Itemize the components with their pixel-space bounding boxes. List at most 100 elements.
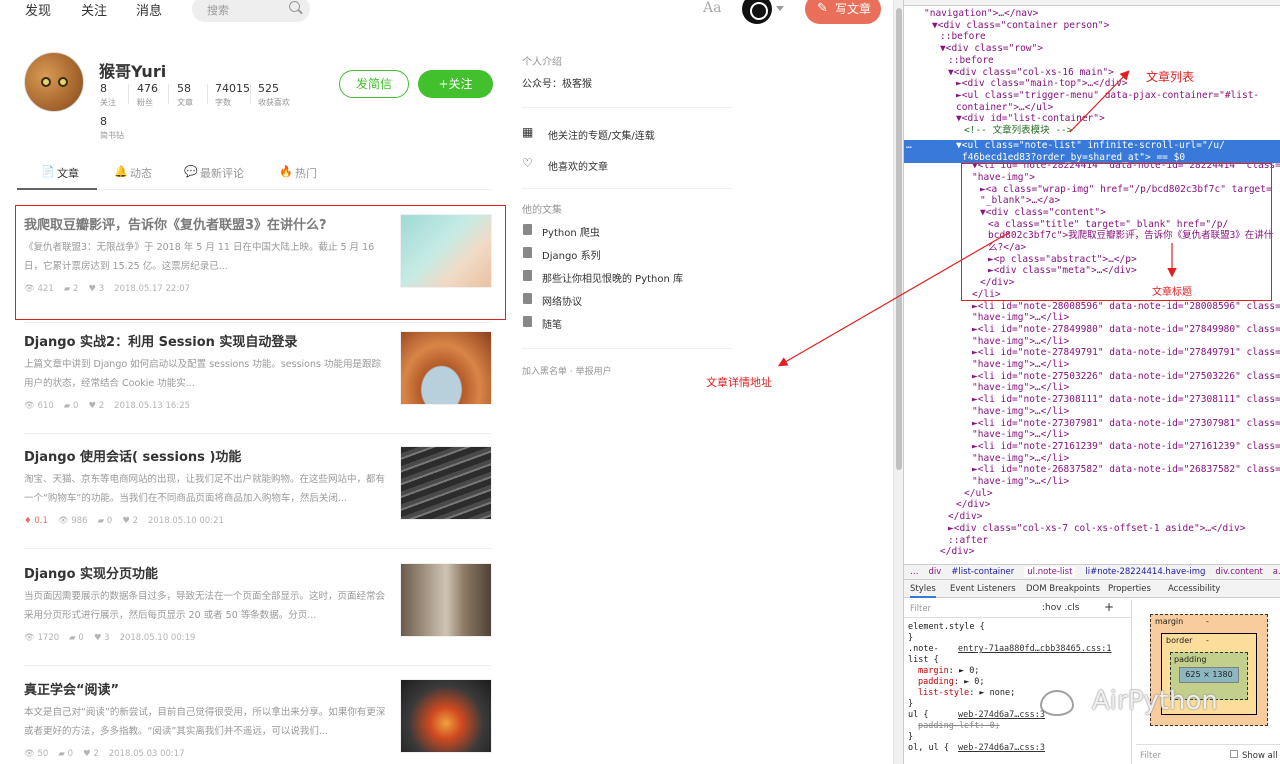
article-thumbnail[interactable]	[400, 331, 492, 405]
dom-node[interactable]: ►<li id="note-27161239" data-note-id="27…	[972, 441, 1280, 453]
dom-node[interactable]: </ul>	[964, 488, 993, 500]
collection-item[interactable]: 那些让你相见恨晚的 Python 库	[522, 270, 683, 285]
tab-comments[interactable]: 💬 最新评论	[184, 165, 244, 181]
collection-item[interactable]: 网络协议	[522, 293, 582, 308]
dom-node[interactable]: ::after	[948, 535, 988, 547]
dom-node[interactable]: ►<ul class="trigger-menu" data-pjax-cont…	[956, 90, 1259, 102]
dom-node[interactable]: ►<li id="note-27307981" data-note-id="27…	[972, 418, 1280, 430]
dom-node[interactable]: </div>	[956, 499, 990, 511]
add-rule-icon[interactable]: +	[1104, 600, 1114, 614]
selected-node[interactable]: ▼<ul class="note-list" infinite-scroll-u…	[904, 140, 1280, 163]
article-item[interactable]: Django 实战2：利用 Session 实现自动登录 上篇文章中讲到 Dja…	[24, 331, 492, 441]
breadcrumb-item[interactable]: a.title	[1273, 567, 1280, 577]
article-title[interactable]: Django 实现分页功能	[24, 563, 386, 582]
node-menu-icon[interactable]: …	[906, 140, 912, 152]
chevron-down-icon[interactable]	[776, 6, 784, 11]
breadcrumb-item[interactable]: div.content	[1215, 567, 1262, 577]
article-item[interactable]: 真正学会“阅读” 本文是自己对“阅读”的新尝试，目前自己觉得很受用，所以拿出来分…	[24, 679, 492, 764]
send-message-button[interactable]: 发简信	[339, 70, 409, 98]
dom-node[interactable]: ►<li id="note-27849980" data-note-id="27…	[972, 324, 1280, 336]
tab-event-listeners[interactable]: Event Listeners	[950, 584, 1016, 594]
dom-node[interactable]: ►<li id="note-27849791" data-note-id="27…	[972, 347, 1280, 359]
dom-node[interactable]: "have-img">…</li>	[972, 406, 1069, 418]
stat-following[interactable]: 8 关注	[100, 82, 116, 108]
dom-node[interactable]: ▼<div class="container person">	[932, 20, 1109, 32]
article-title[interactable]: Django 使用会话( sessions )功能	[24, 446, 386, 465]
dom-node[interactable]: "navigation">…</nav>	[924, 8, 1038, 20]
dom-node[interactable]: "have-img">…</li>	[972, 336, 1069, 348]
page-scrollbar[interactable]	[893, 0, 903, 764]
css-rule-line[interactable]: }	[908, 633, 913, 644]
styles-filter-input[interactable]: Filter	[910, 604, 931, 614]
css-rule-line[interactable]: margin: ► 0;	[918, 666, 979, 677]
tab-dom-breakpoints[interactable]: DOM Breakpoints	[1026, 584, 1100, 594]
search-input[interactable]: 搜索	[192, 0, 310, 22]
css-rule-line[interactable]: .note-entry-71aa880fd…cbb38465.css:1	[908, 644, 1112, 655]
breadcrumb-item[interactable]: div	[929, 567, 942, 577]
profile-avatar[interactable]	[24, 52, 84, 112]
block-report-link[interactable]: 加入黑名单 · 举报用户	[522, 364, 612, 377]
dom-node[interactable]: ►<div class="main-top">…</div>	[956, 78, 1128, 90]
dom-node[interactable]: ▼<div class="col-xs-16 main">	[948, 67, 1114, 79]
nav-messages[interactable]: 消息	[136, 0, 162, 19]
article-title[interactable]: Django 实战2：利用 Session 实现自动登录	[24, 331, 386, 350]
follow-button[interactable]: +关注	[418, 70, 493, 98]
stat-articles[interactable]: 58 文章	[177, 82, 193, 108]
dom-node[interactable]: ::before	[940, 31, 986, 43]
tab-activity[interactable]: 🔔 动态	[114, 165, 152, 181]
article-thumbnail[interactable]	[400, 563, 492, 637]
write-article-button[interactable]: 写文章	[805, 0, 881, 24]
nav-discover[interactable]: 发现	[25, 0, 51, 19]
dom-node[interactable]: "have-img">…</li>	[972, 453, 1069, 465]
article-item[interactable]: Django 实现分页功能 当页面因需要展示的数据条目过多，导致无法在一个页面全…	[24, 563, 492, 673]
dom-node[interactable]: ::before	[948, 55, 994, 67]
dom-node[interactable]: </div>	[940, 546, 974, 558]
dom-node[interactable]: "have-img">…</li>	[972, 312, 1069, 324]
tab-articles[interactable]: 📄 文章	[41, 165, 79, 181]
stat-followers[interactable]: 476 粉丝	[137, 82, 158, 108]
computed-filter-input[interactable]: Filter	[1140, 751, 1161, 761]
dom-node[interactable]: </div>	[948, 511, 982, 523]
article-title[interactable]: 真正学会“阅读”	[24, 679, 386, 698]
dom-node[interactable]: "have-img">…</li>	[972, 382, 1069, 394]
breadcrumb-item[interactable]: li#note-28224414.have-img	[1085, 567, 1205, 577]
dom-node[interactable]: container">…</ul>	[956, 102, 1053, 114]
dom-node[interactable]: ▼<div class="row">	[940, 43, 1043, 55]
css-rule-line[interactable]: }	[908, 699, 913, 710]
tab-properties[interactable]: Properties	[1108, 584, 1151, 594]
sidebar-link-subscriptions[interactable]: 他关注的专题/文集/连载	[548, 127, 655, 142]
collection-item[interactable]: Python 爬虫	[522, 224, 600, 239]
font-size-icon[interactable]: Aa	[703, 0, 721, 16]
dom-node[interactable]: ►<div class="col-xs-7 col-xs-offset-1 as…	[948, 523, 1245, 535]
article-item[interactable]: Django 使用会话( sessions )功能 淘宝、天猫、京东等电商网站的…	[24, 446, 492, 556]
dom-node[interactable]: <!-- 文章列表模块 -->	[964, 125, 1072, 137]
dom-node[interactable]: ►<li id="note-27308111" data-note-id="27…	[972, 394, 1280, 406]
show-all-checkbox[interactable]	[1230, 750, 1238, 758]
css-rule-line[interactable]: }	[908, 732, 913, 743]
nav-follow[interactable]: 关注	[81, 0, 107, 19]
dom-node[interactable]: "have-img">…</li>	[972, 429, 1069, 441]
collection-item[interactable]: Django 系列	[522, 247, 601, 262]
article-thumbnail[interactable]	[400, 446, 492, 520]
collection-item[interactable]: 随笔	[522, 316, 562, 331]
tab-hot[interactable]: 🔥 热门	[279, 165, 317, 181]
dom-node[interactable]: ►<li id="note-28008596" data-note-id="28…	[972, 301, 1280, 313]
breadcrumb-item[interactable]: …	[910, 567, 919, 577]
css-rule-line[interactable]: ul {web-274d6a7…css:3	[908, 710, 1045, 721]
css-rule-line[interactable]: padding: ► 0;	[918, 677, 985, 688]
css-rule-line[interactable]: ol, ul {web-274d6a7…css:3	[908, 743, 1045, 754]
search-icon[interactable]	[289, 1, 300, 12]
dom-node[interactable]: ►<li id="note-26837582" data-note-id="26…	[972, 464, 1280, 476]
profile-name[interactable]: 猴哥Yuri	[99, 58, 166, 82]
css-rule-line[interactable]: list-style: ► none;	[918, 688, 1015, 699]
dom-node[interactable]: ►<li id="note-27503226" data-note-id="27…	[972, 371, 1280, 383]
css-rule-line[interactable]: element.style {	[908, 622, 985, 633]
dom-node[interactable]: "have-img">…</li>	[972, 359, 1069, 371]
css-rule-line[interactable]: padding-left: 0;	[918, 721, 1000, 732]
css-rule-line[interactable]: list {	[908, 655, 939, 666]
user-avatar[interactable]	[742, 0, 772, 24]
article-thumbnail[interactable]	[400, 679, 492, 753]
hov-cls-toggle[interactable]: :hov .cls	[1042, 603, 1079, 613]
dom-node[interactable]: "have-img">…</li>	[972, 476, 1069, 488]
breadcrumb-item[interactable]: ul.note-list	[1024, 567, 1076, 577]
